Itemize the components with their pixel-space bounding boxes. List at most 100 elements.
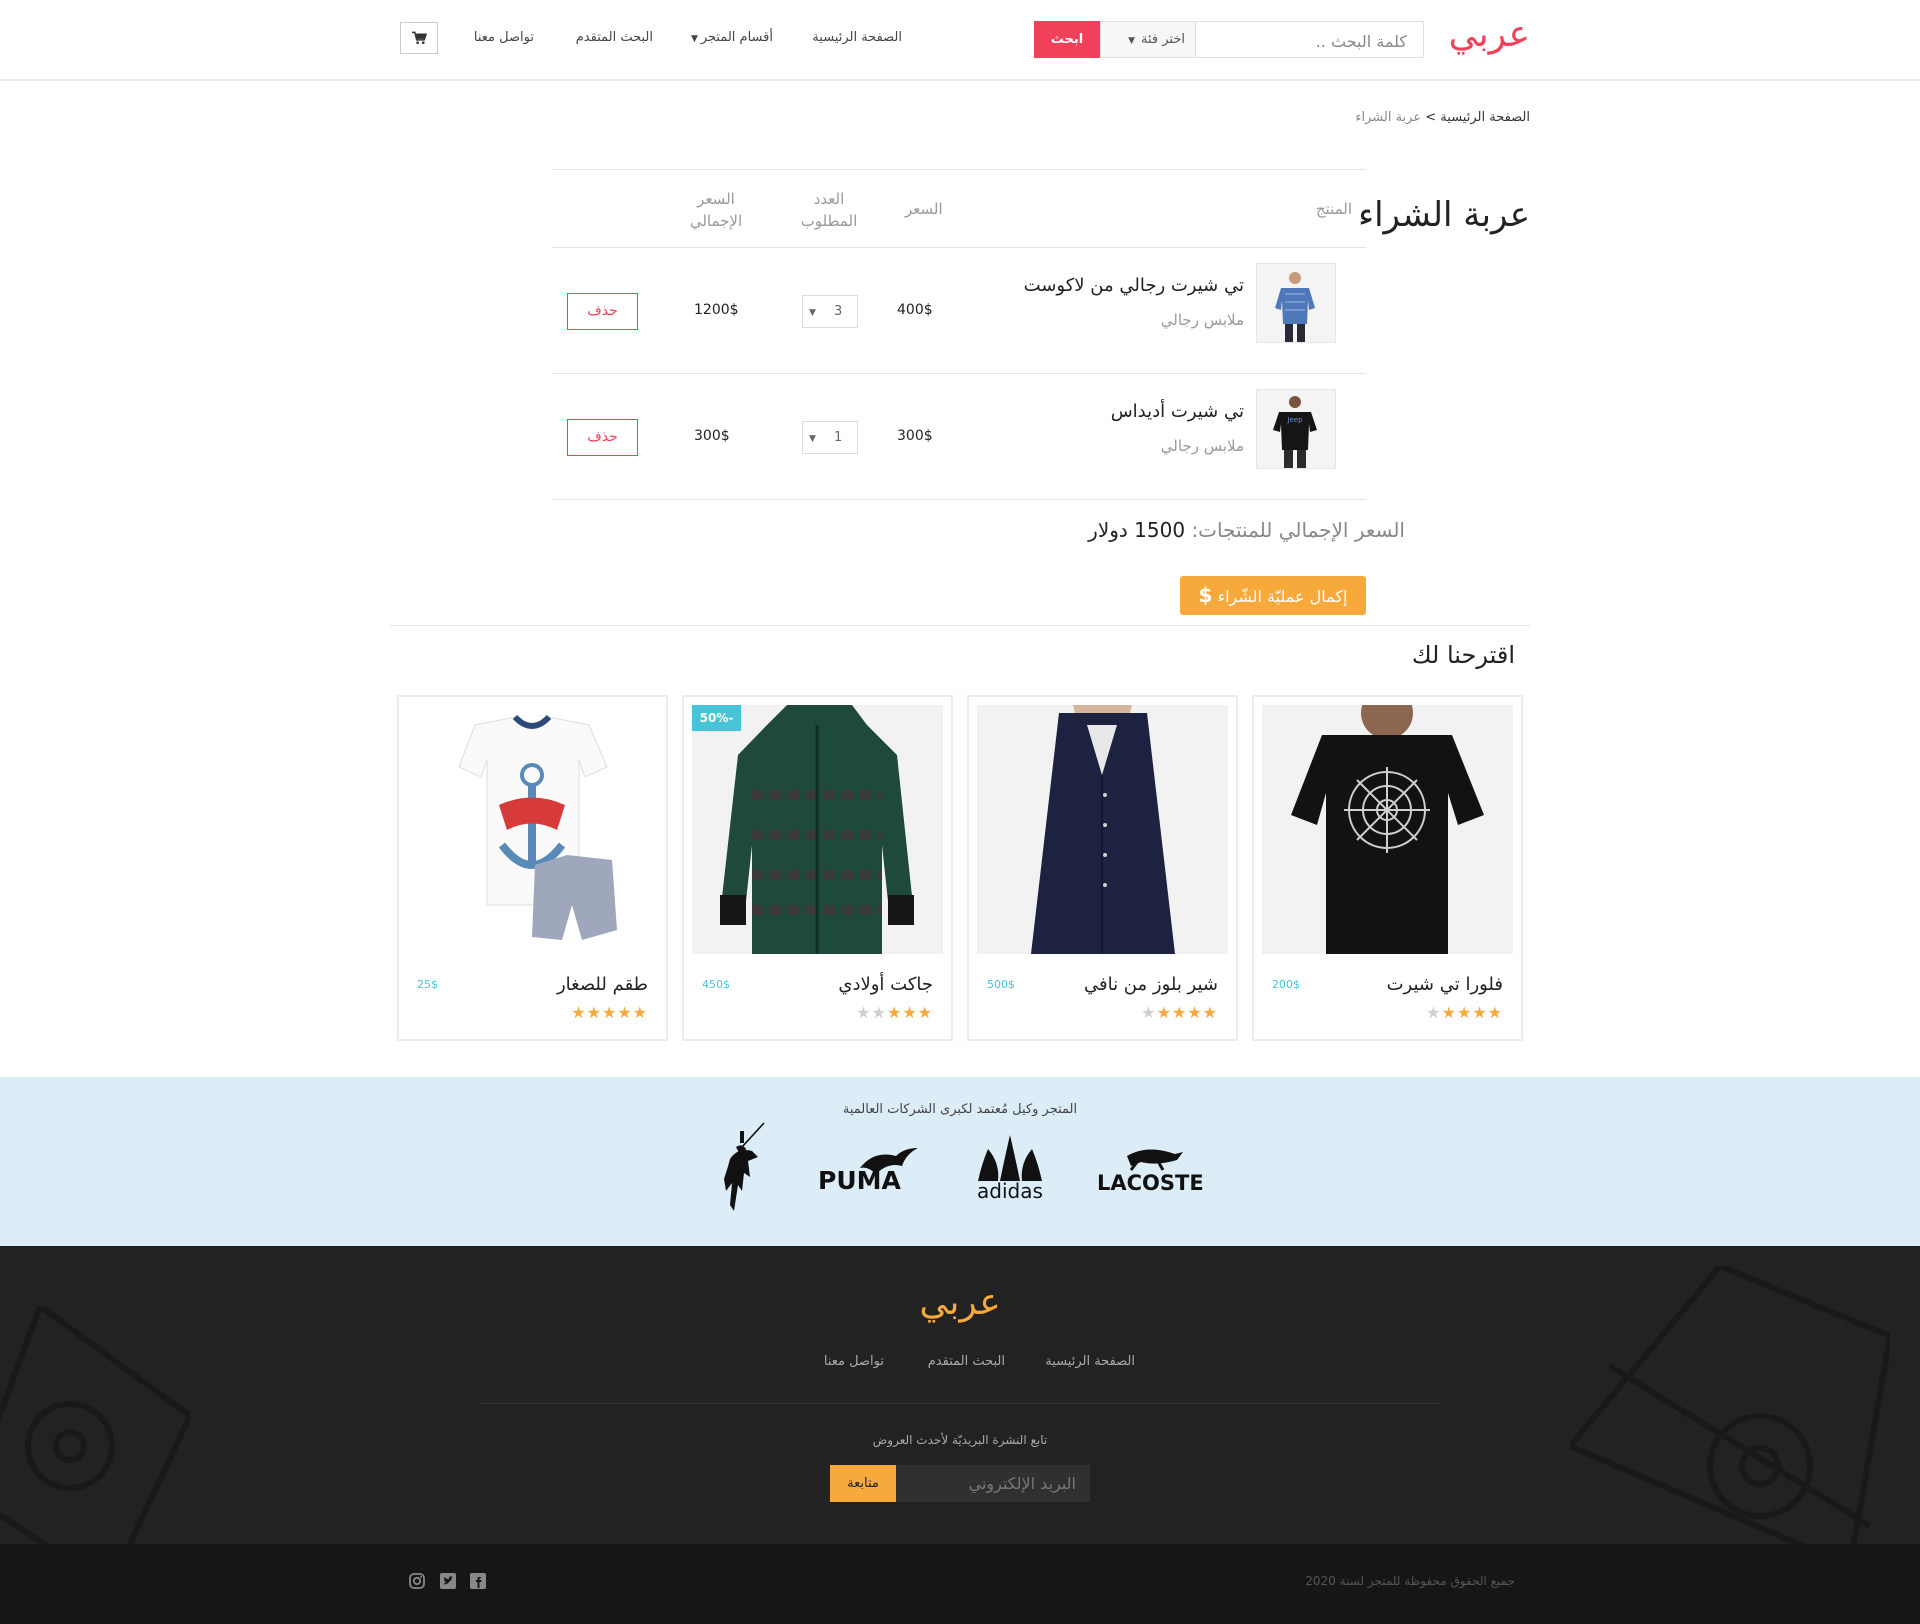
table-header: المنتج السعر العدد المطلوب السعر الإجمال… <box>553 170 1366 248</box>
divider <box>390 625 1530 626</box>
star-icon: ★ <box>1141 1003 1157 1022</box>
newsletter-email-input[interactable]: البريد الإلكتروني <box>896 1465 1090 1502</box>
product-image <box>407 705 658 954</box>
product-category: ملابس رجالي <box>1160 437 1244 455</box>
quantity-value: 1 <box>834 430 843 445</box>
footer-nav-contact[interactable]: تواصل معنا <box>824 1354 884 1369</box>
product-price: 25$ <box>417 978 438 991</box>
rating-stars: ★★★★★ <box>856 1003 933 1022</box>
page: عربي كلمة البحث .. اختر فئة ▼ ابحث الصفحة… <box>0 0 1920 1624</box>
star-icon: ★★★ <box>886 1003 933 1022</box>
col-price: السعر <box>905 200 943 218</box>
lacoste-wordmark: LACOSTE <box>1097 1171 1204 1195</box>
subscribe-button[interactable]: متابعة <box>830 1465 896 1502</box>
rating-stars: ★★★★★ <box>1141 1003 1218 1022</box>
breadcrumb-current: عربة الشراء <box>1355 110 1422 125</box>
product-price: 450$ <box>702 978 730 991</box>
product-name[interactable]: شير بلوز من نافي <box>1084 974 1218 995</box>
discount-badge: -50% <box>692 705 741 731</box>
product-total: 1200$ <box>694 302 739 318</box>
footer-logo[interactable]: عربي <box>0 1282 1920 1323</box>
breadcrumb-home[interactable]: الصفحة الرئيسية <box>1440 110 1530 125</box>
search-input[interactable]: كلمة البحث .. <box>1196 21 1424 58</box>
chevron-down-icon: ▼ <box>809 434 816 444</box>
adidas-wordmark: adidas <box>977 1179 1043 1203</box>
product-image[interactable] <box>692 705 943 954</box>
rating-stars: ★★★★★ <box>1426 1003 1503 1022</box>
product-price: 500$ <box>987 978 1015 991</box>
breadcrumb: الصفحة الرئيسية > عربة الشراء <box>1355 110 1530 125</box>
col-total: السعر الإجمالي <box>689 190 743 230</box>
category-select-label: اختر فئة <box>1141 32 1185 47</box>
cart-icon <box>411 31 427 44</box>
twitter-icon[interactable] <box>439 1572 457 1590</box>
quantity-select[interactable]: ▼ 3 <box>802 295 858 328</box>
cart-table: المنتج السعر العدد المطلوب السعر الإجمال… <box>553 169 1366 500</box>
product-name[interactable]: جاكت أولادي <box>838 974 933 995</box>
puma-logo: PUMA <box>818 1146 922 1198</box>
breadcrumb-separator: > <box>1425 110 1437 125</box>
product-image[interactable] <box>977 705 1228 954</box>
checkout-label: إكمال عمليّة الشّراء <box>1217 587 1348 606</box>
dollar-icon: $ <box>1198 583 1213 607</box>
nav-sections-label: أقسام المتجر <box>700 30 773 45</box>
header: عربي كلمة البحث .. اختر فئة ▼ ابحث الصفحة… <box>0 0 1920 81</box>
chevron-down-icon: ▼ <box>691 34 701 44</box>
nav-advanced-search[interactable]: البحث المتقدم <box>576 30 653 45</box>
product-name[interactable]: طقم للصغار <box>557 974 648 995</box>
product-category: ملابس رجالي <box>1160 311 1244 329</box>
chevron-down-icon: ▼ <box>809 308 816 318</box>
col-qty: العدد المطلوب <box>800 190 858 230</box>
product-name[interactable]: تي شيرت أديداس <box>1111 401 1244 422</box>
suggestions-title: اقترحنا لك <box>1411 641 1515 669</box>
cart-button[interactable] <box>400 22 438 54</box>
adidas-logo: adidas <box>972 1135 1048 1205</box>
product-thumbnail[interactable]: Jeep <box>1256 389 1336 469</box>
category-select[interactable]: اختر فئة ▼ <box>1100 21 1196 58</box>
star-icon: ★★★★ <box>1441 1003 1503 1022</box>
delete-button[interactable]: حذف <box>567 419 638 456</box>
product-total: 300$ <box>694 428 730 444</box>
product-card[interactable]: شير بلوز من نافي 500$ ★★★★★ <box>967 695 1238 1041</box>
nav-home[interactable]: الصفحة الرئيسية <box>812 30 902 45</box>
star-icon: ★★★★ <box>1156 1003 1218 1022</box>
brands-strip: المتجر وكيل مُعتمد لكبرى الشركات العالمي… <box>0 1077 1920 1246</box>
footer-nav-advanced[interactable]: البحث المتقدم <box>928 1354 1005 1369</box>
product-name[interactable]: تي شيرت رجالي من لاكوست <box>1024 275 1244 296</box>
footer-nav-home[interactable]: الصفحة الرئيسية <box>1045 1354 1135 1369</box>
nav-sections[interactable]: أقسام المتجر ▼ <box>691 30 773 45</box>
cart-row: تي شيرت رجالي من لاكوست ملابس رجالي 400$… <box>553 248 1366 374</box>
star-icon: ★★★★★ <box>571 1003 648 1022</box>
rating-stars: ★★★★★ <box>571 1003 648 1022</box>
brands-caption: المتجر وكيل مُعتمد لكبرى الشركات العالمي… <box>842 1102 1078 1117</box>
product-image[interactable] <box>1262 705 1513 954</box>
product-card[interactable]: فلورا تي شيرت 200$ ★★★★★ <box>1252 695 1523 1041</box>
puma-wordmark: PUMA <box>818 1166 901 1195</box>
quantity-value: 3 <box>834 304 843 319</box>
star-icon: ★★ <box>856 1003 887 1022</box>
cart-row: Jeep تي شيرت أديداس ملابس رجالي 300$ ▼ 1 … <box>553 374 1366 500</box>
nav-contact[interactable]: تواصل معنا <box>474 30 534 45</box>
footer-divider <box>480 1403 1440 1404</box>
lacoste-logo: LACOSTE <box>1097 1144 1204 1196</box>
bottom-bar: جميع الحقوق محفوظة للمتجر لسنة 2020 <box>0 1544 1920 1624</box>
facebook-icon[interactable] <box>469 1572 487 1590</box>
site-logo[interactable]: عربي <box>1449 14 1530 55</box>
quantity-select[interactable]: ▼ 1 <box>802 421 858 454</box>
product-card[interactable]: طقم للصغار 25$ ★★★★★ <box>397 695 668 1041</box>
search-button[interactable]: ابحث <box>1034 21 1100 58</box>
newsletter-caption: تابع النشرة البريديّة لأحدث العروض <box>872 1433 1048 1447</box>
chevron-down-icon: ▼ <box>1128 36 1136 46</box>
delete-button[interactable]: حذف <box>567 293 638 330</box>
checkout-button[interactable]: إكمال عمليّة الشّراء $ <box>1180 576 1366 615</box>
col-product: المنتج <box>1315 200 1352 218</box>
footer: عربي الصفحة الرئيسية البحث المتقدم تواصل… <box>0 1246 1920 1544</box>
product-price: 400$ <box>897 302 933 318</box>
product-name[interactable]: فلورا تي شيرت <box>1387 974 1503 995</box>
copyright: جميع الحقوق محفوظة للمتجر لسنة 2020 <box>1305 1574 1515 1588</box>
star-icon: ★ <box>1426 1003 1442 1022</box>
product-thumbnail[interactable] <box>1256 263 1336 343</box>
grand-total-value: 1500 دولار <box>1088 518 1186 542</box>
product-card[interactable]: -50% جاكت أولادي 450$ ★★★★★ <box>682 695 953 1041</box>
instagram-icon[interactable] <box>408 1572 426 1590</box>
